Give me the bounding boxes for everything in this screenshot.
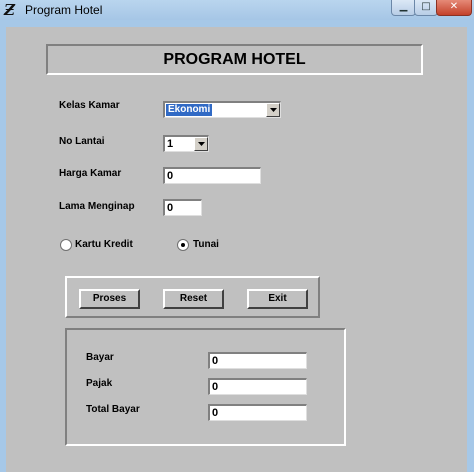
reset-button[interactable]: Reset xyxy=(163,289,224,309)
total-bayar-output[interactable]: 0 xyxy=(208,404,307,421)
chevron-down-icon xyxy=(197,142,205,146)
total-bayar-label: Total Bayar xyxy=(86,404,140,415)
pajak-output[interactable]: 0 xyxy=(208,378,307,395)
no-lantai-dropdown-button[interactable] xyxy=(194,137,208,151)
harga-kamar-label: Harga Kamar xyxy=(59,168,122,179)
minimize-button[interactable]: ▁ xyxy=(391,0,416,16)
kartu-kredit-radio[interactable] xyxy=(60,239,72,251)
bayar-output[interactable]: 0 xyxy=(208,352,307,369)
harga-kamar-input[interactable]: 0 xyxy=(163,167,261,184)
kelas-kamar-combo[interactable]: Ekonomi xyxy=(163,101,281,118)
tunai-label[interactable]: Tunai xyxy=(193,239,219,250)
bayar-label: Bayar xyxy=(86,352,114,363)
kelas-kamar-dropdown-button[interactable] xyxy=(266,103,280,117)
no-lantai-combo[interactable]: 1 xyxy=(163,135,209,152)
title-bar[interactable]: Ƶ Program Hotel ▁ □ ✕ xyxy=(0,0,474,20)
window-title: Program Hotel xyxy=(25,3,103,17)
exit-button[interactable]: Exit xyxy=(247,289,308,309)
app-icon[interactable]: Ƶ xyxy=(4,2,20,18)
maximize-icon: □ xyxy=(421,1,431,12)
close-button[interactable]: ✕ xyxy=(436,0,472,16)
chevron-down-icon xyxy=(269,108,277,112)
tunai-radio[interactable] xyxy=(177,239,189,251)
page-title: PROGRAM HOTEL xyxy=(46,44,423,75)
pajak-label: Pajak xyxy=(86,378,113,389)
minimize-icon: ▁ xyxy=(399,1,408,12)
kartu-kredit-label[interactable]: Kartu Kredit xyxy=(75,239,133,250)
no-lantai-value: 1 xyxy=(167,138,174,150)
lama-menginap-label: Lama Menginap xyxy=(59,201,135,212)
no-lantai-label: No Lantai xyxy=(59,136,105,147)
proses-button[interactable]: Proses xyxy=(79,289,140,309)
kelas-kamar-value: Ekonomi xyxy=(166,104,213,116)
maximize-button[interactable]: □ xyxy=(414,0,438,16)
close-icon: ✕ xyxy=(449,1,459,12)
radio-selected-dot xyxy=(181,243,185,247)
kelas-kamar-label: Kelas Kamar xyxy=(59,100,120,111)
lama-menginap-input[interactable]: 0 xyxy=(163,199,202,216)
